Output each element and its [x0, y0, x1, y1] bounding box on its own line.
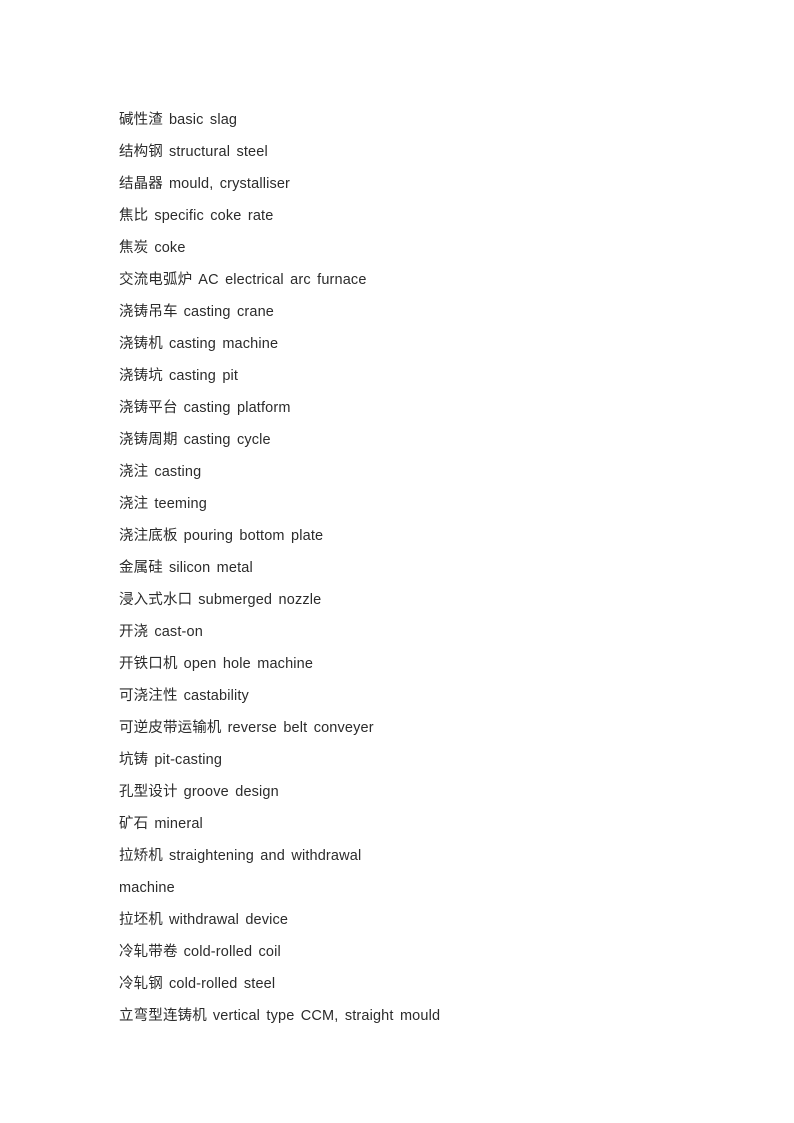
glossary-term-chinese: 浇铸吊车	[119, 304, 178, 320]
glossary-entry: 坑铸 pit-casting	[119, 744, 679, 776]
glossary-term-chinese: 冷轧钢	[119, 976, 163, 992]
glossary-entry-continuation: machine	[119, 872, 679, 904]
glossary-term-chinese: 冷轧带卷	[119, 944, 178, 960]
glossary-term-chinese: 交流电弧炉	[119, 272, 193, 288]
glossary-term-chinese: 结构钢	[119, 144, 163, 160]
glossary-entry: 金属硅 silicon metal	[119, 552, 679, 584]
glossary-entry: 浇铸坑 casting pit	[119, 360, 679, 392]
glossary-entry: 可浇注性 castability	[119, 680, 679, 712]
glossary-gloss-english: silicon metal	[168, 560, 253, 576]
glossary-gloss-english: casting	[154, 464, 202, 480]
glossary-entry: 浇注底板 pouring bottom plate	[119, 520, 679, 552]
glossary-gloss-english: castability	[183, 688, 249, 704]
glossary-gloss-english: cold-rolled steel	[168, 976, 276, 992]
glossary-entry: 可逆皮带运输机 reverse belt conveyer	[119, 712, 679, 744]
glossary-gloss-english: groove design	[183, 784, 279, 800]
glossary-term-chinese: 矿石	[119, 816, 149, 832]
glossary-entry: 浸入式水口 submerged nozzle	[119, 584, 679, 616]
glossary-term-chinese: 浇铸周期	[119, 432, 178, 448]
document-page: 碱性渣 basic slag 结构钢 structural steel 结晶器 mould…	[0, 0, 794, 1123]
glossary-term-chinese: 可浇注性	[119, 688, 178, 704]
glossary-term-chinese: 可逆皮带运输机	[119, 720, 222, 736]
glossary-gloss-english: AC electrical arc furnace	[198, 272, 367, 288]
glossary-term-chinese: 立弯型连铸机	[119, 1008, 207, 1024]
glossary-gloss-english: coke	[154, 240, 186, 256]
glossary-entry: 拉矫机 straightening and withdrawal	[119, 840, 679, 872]
glossary-gloss-english: cast-on	[154, 624, 203, 640]
glossary-entry: 开铁口机 open hole machine	[119, 648, 679, 680]
glossary-term-chinese: 焦比	[119, 208, 149, 224]
glossary-term-chinese: 结晶器	[119, 176, 163, 192]
glossary-gloss-english: mould, crystalliser	[168, 176, 291, 192]
glossary-term-chinese: 金属硅	[119, 560, 163, 576]
glossary-gloss-english: withdrawal device	[168, 912, 289, 928]
glossary-gloss-english: basic slag	[168, 112, 238, 128]
glossary-entry: 结晶器 mould, crystalliser	[119, 168, 679, 200]
glossary-entry-list: 碱性渣 basic slag 结构钢 structural steel 结晶器 mould…	[119, 104, 679, 1032]
glossary-term-chinese: 浇注底板	[119, 528, 178, 544]
glossary-term-chinese: 拉矫机	[119, 848, 163, 864]
glossary-term-chinese: 孔型设计	[119, 784, 178, 800]
glossary-gloss-english: casting pit	[168, 368, 239, 384]
glossary-entry: 浇铸机 casting machine	[119, 328, 679, 360]
glossary-term-chinese: 浇注	[119, 464, 149, 480]
glossary-entry: 浇铸吊车 casting crane	[119, 296, 679, 328]
glossary-entry: 孔型设计 groove design	[119, 776, 679, 808]
glossary-entry: 冷轧钢 cold-rolled steel	[119, 968, 679, 1000]
glossary-gloss-english: straightening and withdrawal	[168, 848, 362, 864]
glossary-gloss-english: machine	[119, 880, 175, 896]
glossary-entry: 浇注 casting	[119, 456, 679, 488]
glossary-gloss-english: cold-rolled coil	[183, 944, 281, 960]
glossary-term-chinese: 坑铸	[119, 752, 149, 768]
glossary-gloss-english: casting cycle	[183, 432, 271, 448]
glossary-entry: 浇铸平台 casting platform	[119, 392, 679, 424]
glossary-gloss-english: specific coke rate	[154, 208, 274, 224]
glossary-term-chinese: 浸入式水口	[119, 592, 193, 608]
glossary-gloss-english: casting machine	[168, 336, 279, 352]
glossary-gloss-english: open hole machine	[183, 656, 314, 672]
glossary-entry: 矿石 mineral	[119, 808, 679, 840]
glossary-entry: 浇注 teeming	[119, 488, 679, 520]
glossary-gloss-english: mineral	[154, 816, 203, 832]
glossary-entry: 碱性渣 basic slag	[119, 104, 679, 136]
glossary-term-chinese: 开铁口机	[119, 656, 178, 672]
glossary-gloss-english: structural steel	[168, 144, 268, 160]
glossary-gloss-english: pouring bottom plate	[183, 528, 324, 544]
glossary-gloss-english: casting platform	[183, 400, 291, 416]
glossary-gloss-english: pit-casting	[154, 752, 223, 768]
glossary-gloss-english: teeming	[154, 496, 207, 512]
glossary-entry: 交流电弧炉 AC electrical arc furnace	[119, 264, 679, 296]
glossary-term-chinese: 浇铸坑	[119, 368, 163, 384]
glossary-entry: 立弯型连铸机 vertical type CCM, straight mould	[119, 1000, 679, 1032]
glossary-entry: 拉坯机 withdrawal device	[119, 904, 679, 936]
glossary-entry: 浇铸周期 casting cycle	[119, 424, 679, 456]
glossary-gloss-english: submerged nozzle	[198, 592, 322, 608]
glossary-gloss-english: casting crane	[183, 304, 275, 320]
glossary-gloss-english: vertical type CCM, straight mould	[212, 1008, 441, 1024]
glossary-term-chinese: 开浇	[119, 624, 149, 640]
glossary-entry: 焦比 specific coke rate	[119, 200, 679, 232]
glossary-term-chinese: 浇铸平台	[119, 400, 178, 416]
glossary-term-chinese: 浇注	[119, 496, 149, 512]
glossary-gloss-english: reverse belt conveyer	[227, 720, 374, 736]
glossary-entry: 开浇 cast-on	[119, 616, 679, 648]
glossary-term-chinese: 焦炭	[119, 240, 149, 256]
glossary-term-chinese: 拉坯机	[119, 912, 163, 928]
glossary-term-chinese: 碱性渣	[119, 112, 163, 128]
glossary-entry: 焦炭 coke	[119, 232, 679, 264]
glossary-term-chinese: 浇铸机	[119, 336, 163, 352]
glossary-entry: 冷轧带卷 cold-rolled coil	[119, 936, 679, 968]
glossary-entry: 结构钢 structural steel	[119, 136, 679, 168]
